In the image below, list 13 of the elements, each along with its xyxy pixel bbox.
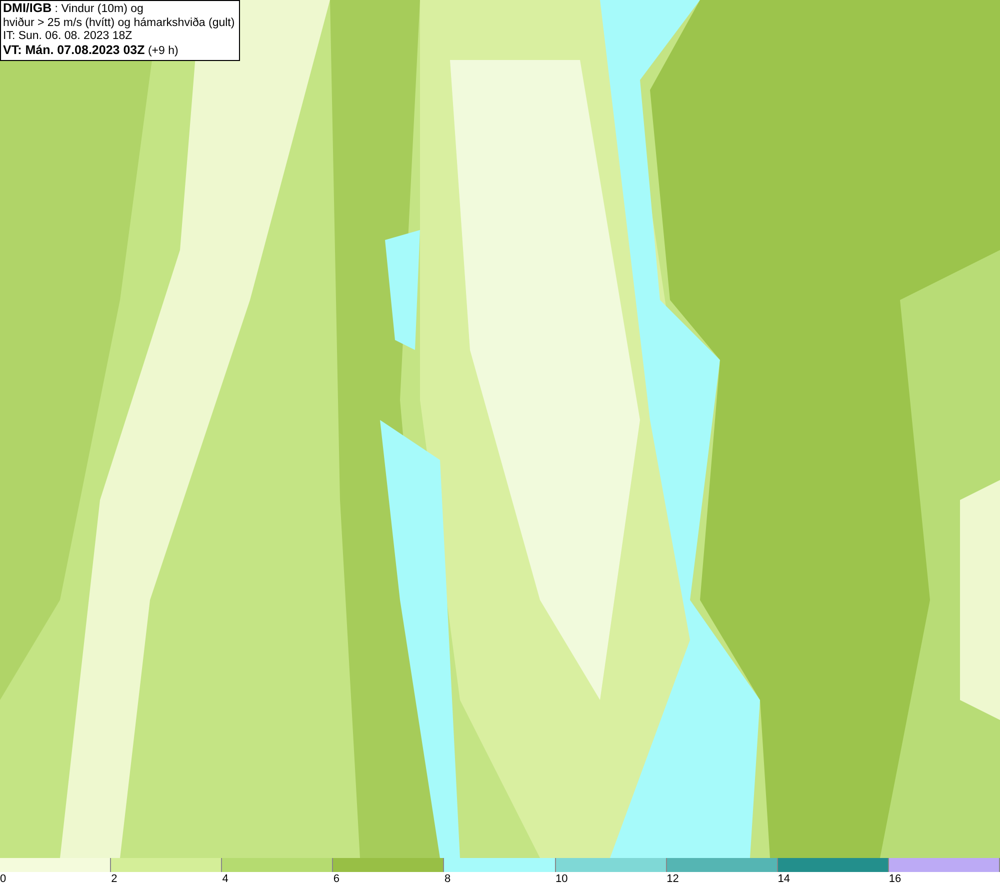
scale-label: 6 (333, 872, 340, 887)
legend-text: VT: Mán. 07.08.2023 03Z (+9 h) (3, 44, 180, 58)
legend-text: hviður > 25 m/s (hvítt) og hámarkshviða (gult) (3, 16, 235, 30)
legend-text: DMI/IGB : Vindur (10m) og (3, 2, 144, 16)
scale-label: 12 (666, 872, 679, 887)
scale-label: 14 (778, 872, 790, 887)
scale-label: 10 (556, 872, 568, 887)
scale-label: 0 (0, 872, 6, 887)
scale-label: 2 (111, 872, 118, 887)
legend-text: IT: Sun. 06. 08. 2023 18Z (3, 30, 134, 44)
scale-label: 4 (222, 872, 228, 887)
scale-label: 16 (888, 872, 902, 887)
scale-label: 8 (444, 872, 451, 887)
